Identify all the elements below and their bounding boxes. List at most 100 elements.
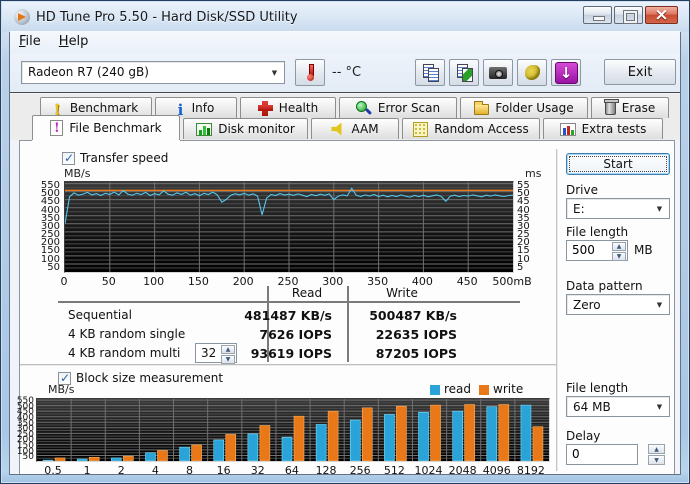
tick-label: 5: [517, 261, 524, 273]
drive-select[interactable]: Radeon R7 (240 gB): [21, 61, 285, 84]
close-button[interactable]: [645, 5, 678, 25]
copy-image-button[interactable]: [449, 59, 479, 86]
erase-icon: [603, 99, 619, 115]
table-row: Sequential 481487 KB/s 500487 KB/s: [58, 307, 520, 325]
drive-label: Drive: [566, 183, 598, 197]
file-benchmark-panel: Transfer speed MB/s ms 55050045040035030…: [17, 140, 676, 477]
drive-dropdown[interactable]: E:: [566, 198, 670, 219]
tab-label: AAM: [351, 122, 379, 136]
chevron-down-icon: [652, 297, 667, 312]
tab-erase[interactable]: Erase: [591, 97, 669, 118]
menu-item-file[interactable]: File: [10, 31, 50, 53]
download-icon: [554, 61, 578, 84]
copy-text-icon: [422, 64, 439, 82]
tick-label: 8192: [516, 464, 545, 477]
delay-value: 0: [572, 447, 580, 461]
extra-tests-icon: [559, 122, 576, 136]
result-read-value: 481487 KB/s: [244, 308, 332, 323]
camera-icon: [489, 66, 507, 79]
result-read-value: 7626 IOPS: [259, 327, 332, 342]
table-row: 4 KB random multi 32 93619 IOPS 87205 IOPS: [58, 343, 520, 364]
title-bar[interactable]: HD Tune Pro 5.50 - Hard Disk/SSD Utility: [2, 2, 689, 32]
toolbar-buttons: [415, 59, 581, 86]
tick-label: 4096: [482, 464, 511, 477]
delay-spin-down[interactable]: [648, 455, 665, 465]
block-file-length-value: 64 MB: [573, 400, 611, 414]
start-button[interactable]: Start: [566, 153, 670, 175]
download-button[interactable]: [551, 59, 581, 86]
tab-health[interactable]: Health: [240, 97, 336, 118]
benchmark-icon: [54, 101, 64, 116]
tab-error-scan[interactable]: Error Scan: [339, 97, 457, 118]
temperature-button[interactable]: [295, 59, 325, 86]
toolbar: Radeon R7 (240 gB) -- °C Exit: [10, 53, 680, 93]
data-pattern-dropdown[interactable]: Zero: [566, 294, 670, 315]
caption-buttons: [583, 5, 678, 25]
block-size-label: Block size measurement: [76, 371, 224, 385]
tick-label: 1: [83, 464, 91, 477]
tab-folder-usage[interactable]: Folder Usage: [460, 97, 588, 118]
camera-button[interactable]: [483, 59, 513, 86]
hand-button[interactable]: [517, 59, 547, 86]
file-length-label: File length: [566, 225, 629, 239]
queue-depth-value: 32: [201, 346, 217, 360]
transfer-speed-checkbox[interactable]: Transfer speed: [62, 151, 168, 165]
tab-label: File Benchmark: [69, 121, 162, 135]
transfer-chart: [64, 182, 514, 272]
tick-label: 64: [284, 464, 299, 477]
tab-label: Disk monitor: [218, 122, 295, 136]
tick-label: 50: [47, 261, 60, 273]
maximize-button[interactable]: [614, 6, 643, 24]
start-label: Start: [603, 157, 633, 171]
delay-label: Delay: [566, 429, 601, 443]
file-length-value: 500: [572, 243, 595, 257]
tab-file-benchmark[interactable]: File Benchmark: [32, 115, 180, 140]
menu-item-help[interactable]: Help: [50, 31, 98, 53]
block-x-axis: 0.5 1 2 4 8 16 32 64 128 256 512 1024 2048 4096 8192: [20, 464, 676, 477]
exit-button[interactable]: Exit: [604, 59, 676, 85]
transfer-speed-label: Transfer speed: [80, 151, 169, 165]
error-scan-icon: [355, 100, 372, 116]
result-row-label: Sequential: [68, 308, 132, 322]
file-benchmark-icon: [50, 120, 64, 136]
section-divider: [20, 364, 556, 366]
delay-input[interactable]: 0: [566, 444, 638, 465]
spin-up-icon[interactable]: [612, 242, 626, 251]
tab-disk-monitor[interactable]: Disk monitor: [183, 118, 308, 139]
col-header-write: Write: [386, 286, 418, 300]
copy-text-button[interactable]: [415, 59, 445, 86]
delay-spin-up[interactable]: [648, 444, 665, 454]
tick-label: 128: [315, 464, 337, 477]
transfer-y2-axis-title: ms: [525, 167, 542, 180]
block-size-checkbox[interactable]: Block size measurement: [58, 371, 223, 385]
tab-aam[interactable]: AAM: [311, 118, 399, 139]
tick-label: 512: [383, 464, 405, 477]
chart-legend: read write: [430, 382, 523, 396]
tick-label: 32: [250, 464, 265, 477]
legend-write: write: [479, 382, 523, 396]
tab-random-access[interactable]: Random Access: [402, 118, 540, 139]
tick-label: 50: [22, 452, 34, 463]
tab-label: Random Access: [434, 122, 529, 136]
folder-icon: [474, 101, 490, 115]
result-read-value: 93619 IOPS: [250, 346, 332, 361]
data-pattern-label: Data pattern: [566, 279, 643, 293]
spin-down-icon[interactable]: [612, 252, 626, 261]
result-write-value: 22635 IOPS: [375, 327, 457, 342]
hand-icon: [524, 65, 540, 80]
result-row-label: 4 KB random multi: [68, 346, 181, 360]
aam-icon: [331, 122, 342, 136]
copy-image-icon: [456, 64, 473, 82]
transfer-y-axis-title: MB/s: [64, 167, 91, 180]
block-size-chart: [37, 399, 549, 462]
tab-strip: Benchmark Info Health Error Scan Folder Usag…: [10, 94, 680, 140]
tab-label: Benchmark: [69, 101, 139, 115]
minimize-button[interactable]: [583, 6, 612, 24]
checkbox-checked-icon: [62, 151, 75, 165]
tab-extra-tests[interactable]: Extra tests: [543, 118, 663, 139]
file-length-unit: MB: [634, 243, 653, 257]
data-pattern-value: Zero: [573, 298, 601, 312]
result-write-value: 500487 KB/s: [369, 308, 457, 323]
file-length-spinner[interactable]: 500: [566, 240, 628, 261]
block-file-length-dropdown[interactable]: 64 MB: [566, 396, 670, 417]
